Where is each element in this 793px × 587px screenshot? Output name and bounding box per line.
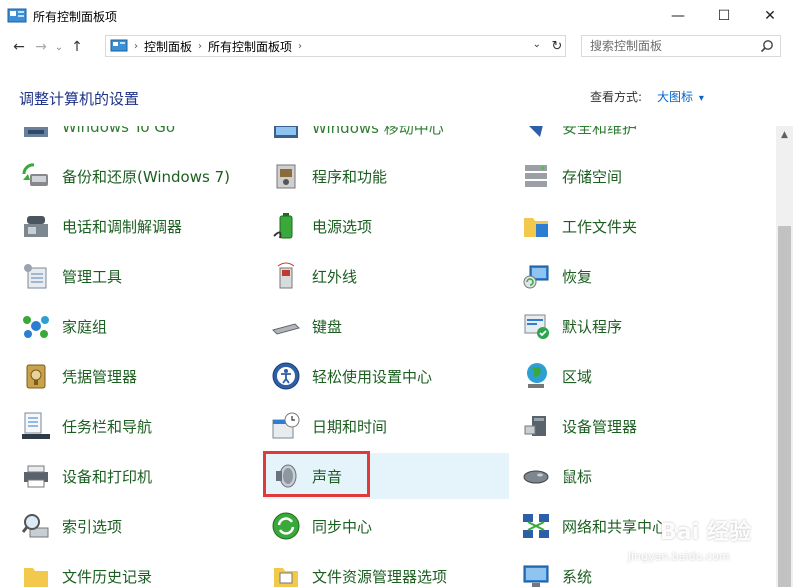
recovery-icon bbox=[523, 265, 549, 289]
item-ease-of-access[interactable]: 轻松使用设置中心 bbox=[267, 353, 507, 399]
search-icon[interactable] bbox=[760, 39, 774, 53]
item-recovery[interactable]: 恢复 bbox=[517, 253, 757, 299]
item-taskbar-navigation[interactable]: 任务栏和导航 bbox=[17, 403, 257, 449]
region-globe-icon bbox=[527, 363, 547, 388]
item-backup-restore[interactable]: 备份和还原(Windows 7) bbox=[17, 153, 257, 199]
phone-modem-icon bbox=[24, 216, 48, 237]
devices-printers-icon bbox=[24, 465, 48, 488]
view-by-dropdown[interactable]: 大图标 ▾ bbox=[657, 88, 704, 105]
item-storage-spaces[interactable]: 存储空间 bbox=[517, 153, 757, 199]
item-date-time[interactable]: 日期和时间 bbox=[267, 403, 507, 449]
window-title: 所有控制面板项 bbox=[33, 9, 118, 24]
homegroup-icon bbox=[23, 316, 49, 338]
page-header: 调整计算机的设置 查看方式: 大图标 ▾ bbox=[0, 62, 793, 126]
keyboard-icon bbox=[272, 323, 300, 335]
backup-restore-icon bbox=[22, 163, 48, 186]
ease-of-access-icon bbox=[272, 362, 300, 390]
file-history-icon bbox=[24, 568, 48, 587]
breadcrumb-separator: › bbox=[134, 40, 138, 52]
storage-spaces-icon bbox=[525, 165, 547, 187]
item-work-folders[interactable]: 工作文件夹 bbox=[517, 203, 757, 249]
search-input[interactable] bbox=[588, 38, 762, 54]
chevron-down-icon: ▾ bbox=[698, 93, 704, 104]
highlight-box bbox=[263, 451, 370, 497]
system-icon bbox=[523, 565, 549, 587]
work-folders-icon bbox=[524, 218, 548, 237]
address-dropdown-button[interactable]: ⌄ bbox=[533, 39, 541, 50]
date-time-icon bbox=[272, 412, 300, 439]
watermark: Bai 经验 jingyan.baidu.com bbox=[620, 510, 770, 570]
file-explorer-options-icon bbox=[274, 568, 298, 587]
forward-button[interactable]: → bbox=[30, 36, 52, 58]
device-manager-icon bbox=[524, 416, 546, 436]
usb-drive-icon bbox=[24, 127, 48, 137]
breadcrumb-separator: › bbox=[198, 40, 203, 52]
default-programs-icon bbox=[524, 314, 549, 339]
control-panel-icon bbox=[7, 8, 27, 23]
breadcrumb-separator: › bbox=[298, 40, 303, 52]
item-indexing-options[interactable]: 索引选项 bbox=[17, 503, 257, 549]
programs-features-icon bbox=[276, 164, 296, 189]
breadcrumb-all-items[interactable]: 所有控制面板项 bbox=[208, 38, 292, 55]
navigation-bar: ← → ⌄ ↑ › 控制面板 › 所有控制面板项 › ⌄ ↻ bbox=[0, 32, 793, 62]
taskbar-navigation-icon bbox=[22, 412, 50, 439]
item-file-explorer-options[interactable]: 文件资源管理器选项 bbox=[267, 553, 507, 587]
sync-center-icon bbox=[272, 512, 300, 540]
item-power-options[interactable]: 电源选项 bbox=[267, 203, 507, 249]
close-button[interactable]: ✕ bbox=[747, 0, 793, 32]
item-admin-tools[interactable]: 管理工具 bbox=[17, 253, 257, 299]
item-device-manager[interactable]: 设备管理器 bbox=[517, 403, 757, 449]
watermark-url: jingyan.baidu.com bbox=[628, 550, 730, 563]
credential-manager-icon bbox=[26, 364, 46, 389]
up-button[interactable]: ↑ bbox=[66, 36, 88, 58]
back-button[interactable]: ← bbox=[8, 36, 30, 58]
watermark-logo: Bai 经验 bbox=[660, 520, 751, 545]
minimize-button[interactable]: — bbox=[655, 0, 701, 32]
security-flag-icon bbox=[529, 126, 543, 137]
item-keyboard[interactable]: 键盘 bbox=[267, 303, 507, 349]
view-by-value: 大图标 bbox=[657, 90, 694, 104]
view-by-label: 查看方式: bbox=[590, 90, 643, 104]
item-devices-printers[interactable]: 设备和打印机 bbox=[17, 453, 257, 499]
mouse-icon bbox=[523, 470, 549, 484]
maximize-button[interactable]: ☐ bbox=[701, 0, 747, 32]
infrared-icon bbox=[277, 262, 295, 289]
indexing-options-icon bbox=[21, 514, 49, 538]
power-options-icon bbox=[273, 213, 293, 239]
item-infrared[interactable]: 红外线 bbox=[267, 253, 507, 299]
item-windows-to-go[interactable]: Windows To Go bbox=[17, 126, 257, 150]
item-sync-center[interactable]: 同步中心 bbox=[267, 503, 507, 549]
item-windows-mobility-center[interactable]: Windows 移动中心 bbox=[267, 126, 507, 150]
refresh-button[interactable]: ↻ bbox=[547, 35, 567, 57]
item-phone-modem[interactable]: 电话和调制解调器 bbox=[17, 203, 257, 249]
admin-tools-icon bbox=[24, 264, 47, 289]
search-box[interactable] bbox=[581, 35, 781, 57]
title-bar: 所有控制面板项 — ☐ ✕ bbox=[0, 0, 793, 32]
control-panel-icon bbox=[110, 39, 128, 52]
vertical-scrollbar[interactable]: ▲ bbox=[776, 126, 793, 587]
item-programs-features[interactable]: 程序和功能 bbox=[267, 153, 507, 199]
item-credential-manager[interactable]: 凭据管理器 bbox=[17, 353, 257, 399]
breadcrumb-control-panel[interactable]: 控制面板 bbox=[144, 38, 192, 55]
item-homegroup[interactable]: 家庭组 bbox=[17, 303, 257, 349]
item-default-programs[interactable]: 默认程序 bbox=[517, 303, 757, 349]
item-file-history[interactable]: 文件历史记录 bbox=[17, 553, 257, 587]
scroll-up-arrow-icon[interactable]: ▲ bbox=[776, 126, 793, 143]
mobility-center-icon bbox=[274, 126, 298, 138]
address-bar[interactable]: › 控制面板 › 所有控制面板项 › ⌄ bbox=[105, 35, 566, 57]
scroll-thumb[interactable] bbox=[778, 226, 791, 587]
item-security-maintenance[interactable]: 安全和维护 bbox=[517, 126, 757, 150]
page-title: 调整计算机的设置 bbox=[19, 90, 140, 108]
network-sharing-icon bbox=[523, 514, 549, 538]
item-region[interactable]: 区域 bbox=[517, 353, 757, 399]
item-mouse[interactable]: 鼠标 bbox=[517, 453, 757, 499]
recent-dropdown-button[interactable]: ⌄ bbox=[52, 36, 66, 58]
